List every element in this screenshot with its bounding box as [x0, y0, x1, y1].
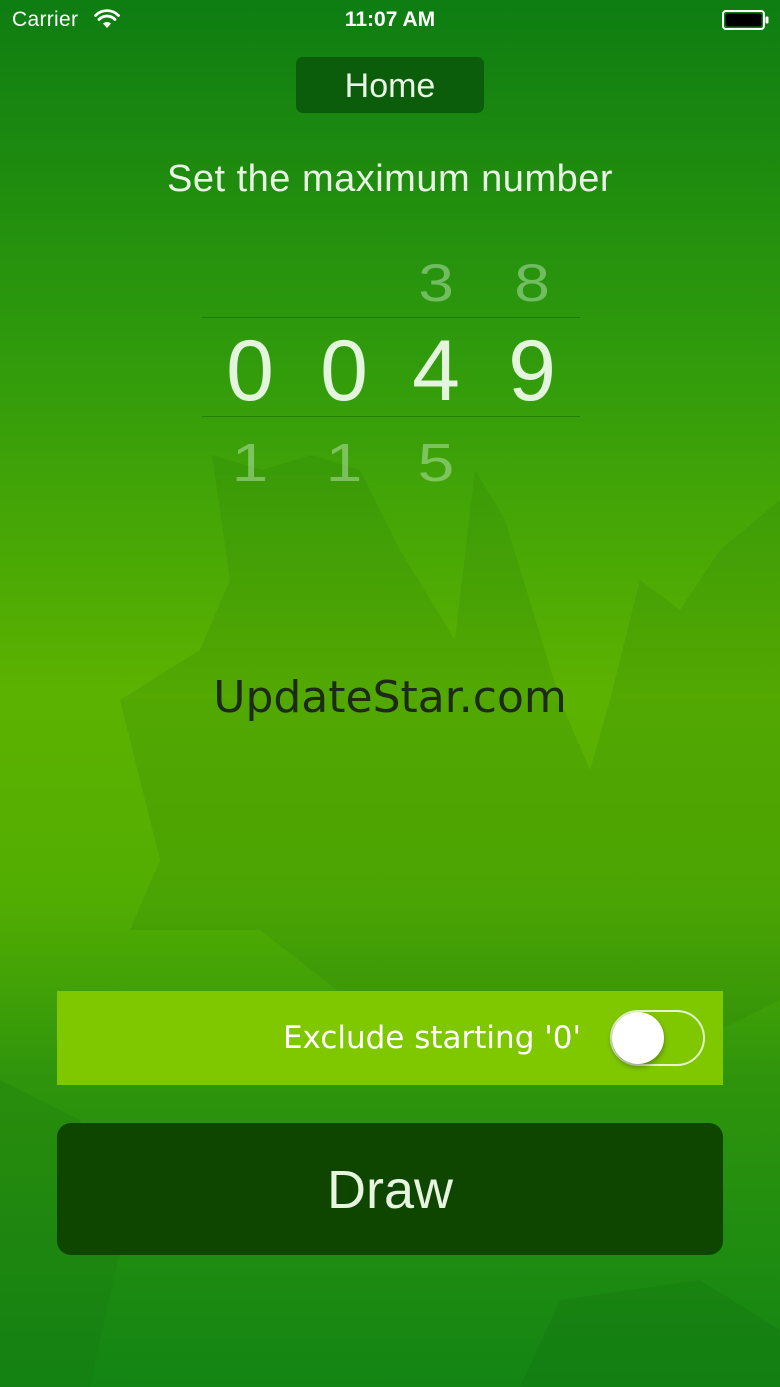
picker-digit-above: 3: [418, 253, 454, 313]
picker-column-3[interactable]: 3 4 5: [388, 240, 484, 490]
exclude-zero-toggle[interactable]: [610, 1010, 705, 1066]
picker-column-1[interactable]: 0 1: [202, 240, 298, 490]
picker-digit-selected: 0: [320, 323, 368, 419]
watermark-text: UpdateStar.com: [213, 672, 567, 723]
number-picker: 0 1 0 1 3 4 5 8 9: [202, 240, 580, 490]
picker-digit-selected: 0: [226, 323, 274, 419]
picker-digit-selected: 9: [508, 323, 556, 419]
picker-column-4[interactable]: 8 9: [484, 240, 580, 490]
picker-digit-below: 1: [231, 431, 269, 482]
picker-digit-below: 1: [325, 431, 363, 482]
picker-digit-above: 8: [514, 253, 550, 313]
exclude-zero-label: Exclude starting '0': [282, 1020, 581, 1056]
clock: 11:07 AM: [344, 8, 436, 31]
random-number-screen: Carrier 11:07 AM Home Set the maximum nu…: [0, 0, 780, 1387]
home-button[interactable]: Home: [296, 57, 484, 113]
battery-full-icon: [722, 10, 769, 30]
picker-column-2[interactable]: 0 1: [296, 240, 392, 490]
toggle-knob: [612, 1012, 664, 1064]
status-bar: Carrier 11:07 AM: [0, 0, 780, 40]
draw-button[interactable]: Draw: [57, 1123, 723, 1255]
picker-digit-below: 5: [417, 431, 455, 482]
exclude-zero-row: Exclude starting '0': [57, 991, 723, 1085]
picker-digit-selected: 4: [412, 323, 460, 419]
picker-title: Set the maximum number: [166, 158, 614, 200]
